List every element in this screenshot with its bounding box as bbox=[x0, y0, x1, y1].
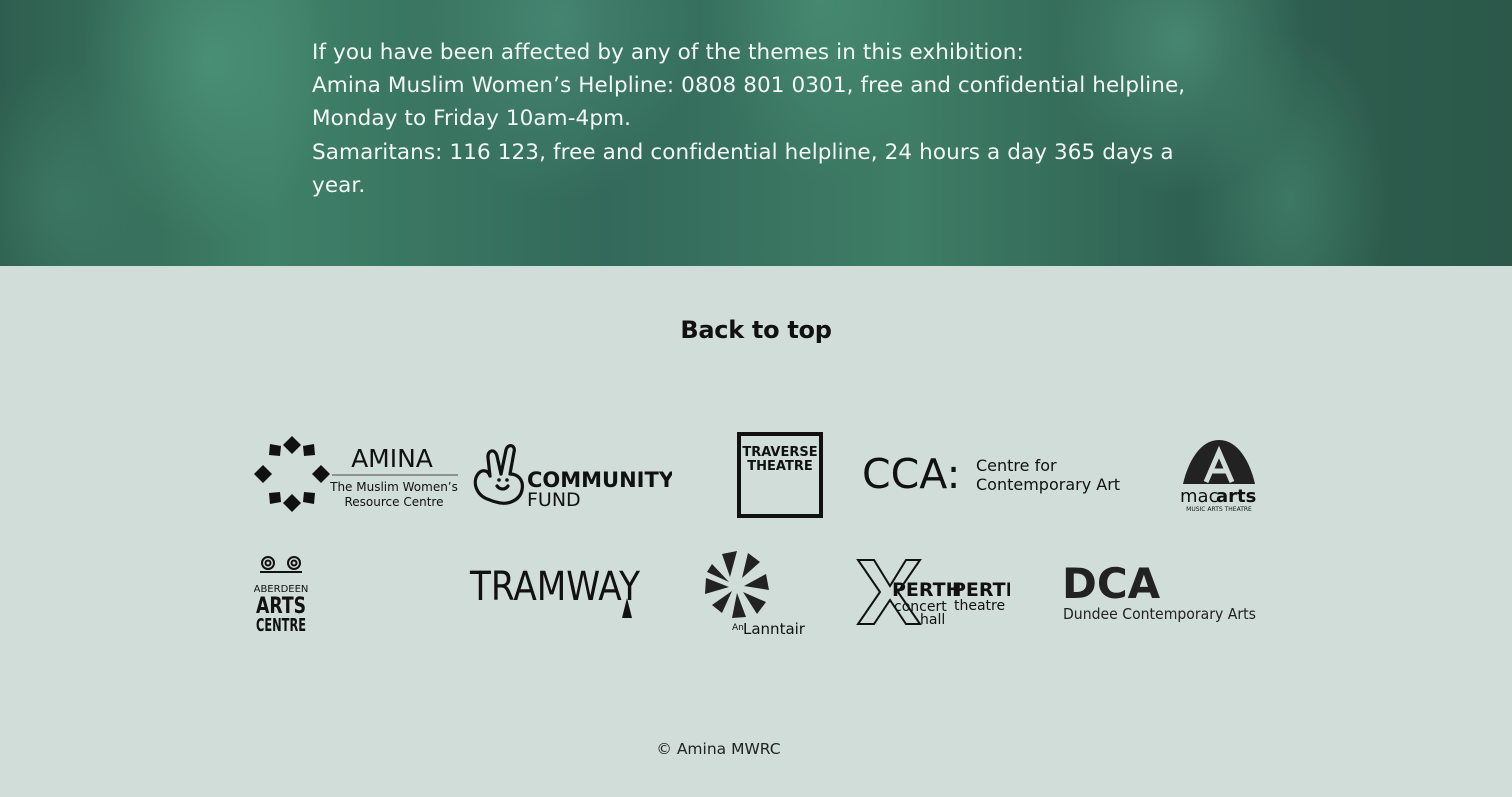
community-fund-line2: FUND bbox=[527, 489, 581, 511]
back-to-top-link[interactable]: Back to top bbox=[0, 316, 1512, 344]
cca-logo-line2: Contemporary Arts bbox=[976, 475, 1120, 494]
dca-logo[interactable]: DCA Dundee Contemporary Arts bbox=[1062, 562, 1260, 624]
macarts-logo-mac: mac bbox=[1180, 486, 1218, 507]
aberdeen-logo-line3: CENTRE bbox=[256, 615, 306, 634]
amina-logo-name: AMINA bbox=[351, 444, 433, 473]
crossed-fingers-icon bbox=[473, 444, 524, 505]
amina-logo-line1: The Muslim Women’s bbox=[329, 480, 458, 494]
helpline-info: If you have been affected by any of the … bbox=[312, 36, 1192, 202]
amina-logo-line2: Resource Centre bbox=[345, 495, 444, 509]
perth-concert-sub2: hall bbox=[920, 612, 945, 628]
amina-helpline-text: Amina Muslim Women’s Helpline: 0808 801 … bbox=[312, 73, 1186, 132]
traverse-theatre-logo[interactable]: TRAVERSE THEATRE bbox=[737, 432, 824, 518]
tramway-logo-text: TRAMWAY bbox=[469, 564, 640, 610]
tramway-logo[interactable]: TRAMWAY bbox=[468, 562, 646, 622]
lanntair-star-icon bbox=[705, 551, 769, 618]
traverse-logo-line1: TRAVERSE bbox=[742, 445, 817, 460]
amina-logo[interactable]: AMINA The Muslim Women’s Resource Centre bbox=[254, 434, 460, 516]
community-fund-logo[interactable]: COMMUNITY FUND bbox=[470, 440, 672, 512]
macarts-logo[interactable]: mac arts MUSIC ARTS THEATRE bbox=[1178, 438, 1260, 514]
cca-logo-line1: Centre for bbox=[976, 456, 1057, 475]
helpline-banner: If you have been affected by any of the … bbox=[0, 0, 1512, 266]
cca-logo[interactable]: CCA: Centre for Contemporary Arts bbox=[862, 450, 1120, 496]
perth-theatre-sub: theatre bbox=[954, 598, 1005, 614]
macarts-logo-tagline: MUSIC ARTS THEATRE bbox=[1186, 506, 1252, 513]
helpline-intro: If you have been affected by any of the … bbox=[312, 40, 1024, 65]
dca-logo-name: Dundee Contemporary Arts bbox=[1063, 605, 1256, 623]
macarts-logo-arts: arts bbox=[1216, 486, 1256, 507]
copyright-notice: © Amina MWRC bbox=[656, 740, 781, 758]
aberdeen-arts-centre-logo[interactable]: ABERDEEN ARTS CENTRE bbox=[254, 552, 310, 634]
amina-star-icon bbox=[254, 436, 330, 512]
an-lanntair-logo[interactable]: An Lanntair bbox=[702, 550, 810, 638]
cca-logo-mark: CCA: bbox=[862, 450, 960, 496]
perth-venues-logo[interactable]: PERTH concert hall PERTH theatre bbox=[854, 558, 1010, 628]
traverse-logo-line2: THEATRE bbox=[747, 459, 812, 474]
samaritans-helpline-text: Samaritans: 116 123, free and confidenti… bbox=[312, 139, 1174, 198]
lanntair-logo-name: Lanntair bbox=[743, 620, 806, 638]
scroll-ornament-icon bbox=[260, 556, 302, 573]
dca-logo-mark: DCA bbox=[1062, 562, 1161, 608]
